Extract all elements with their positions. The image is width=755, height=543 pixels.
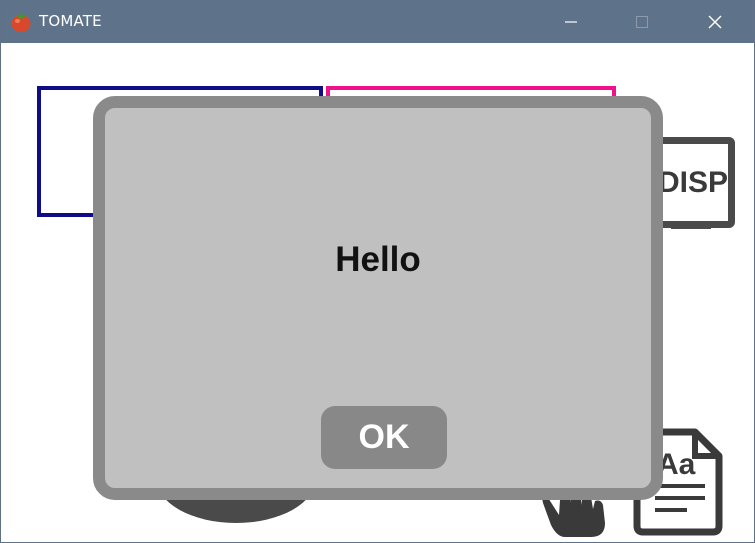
dialog-message: Hello <box>335 240 421 279</box>
minimize-icon <box>565 21 577 23</box>
close-icon <box>708 15 722 29</box>
maximize-button[interactable] <box>619 1 665 43</box>
title-bar[interactable]: TOMATE <box>1 1 754 43</box>
app-window: TOMATE DISP Aa Hello OK <box>0 0 755 543</box>
minimize-button[interactable] <box>548 1 594 43</box>
message-dialog: Hello OK <box>93 96 663 500</box>
client-area: DISP Aa Hello OK <box>1 43 754 542</box>
display-stand <box>671 223 711 229</box>
ok-button[interactable]: OK <box>321 406 447 469</box>
maximize-icon <box>636 16 648 28</box>
close-button[interactable] <box>692 1 738 43</box>
tomato-app-icon <box>11 13 31 32</box>
window-title: TOMATE <box>39 12 102 30</box>
